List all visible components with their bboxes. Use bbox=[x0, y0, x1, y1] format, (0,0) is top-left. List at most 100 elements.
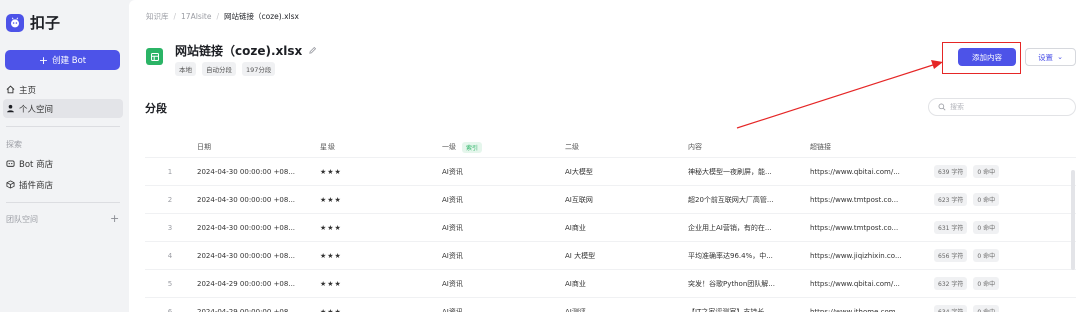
cell-link: https://www.tmtpost.co... bbox=[810, 195, 899, 204]
search-icon bbox=[938, 103, 946, 111]
row-index: 1 bbox=[167, 167, 173, 176]
cell-level1: AI资讯 bbox=[442, 167, 463, 176]
cell-content: 神秘大模型一夜刷屏，能... bbox=[688, 167, 772, 176]
cell-meta: 632 字符 0 命中 bbox=[934, 270, 1074, 297]
breadcrumb-current: 网站链接（coze).xlsx bbox=[224, 12, 299, 21]
sidebar-item-label: 插件商店 bbox=[19, 180, 54, 191]
edit-icon[interactable] bbox=[308, 46, 317, 55]
cell-content: 【IT之家评测室】支持长... bbox=[688, 307, 772, 312]
table-row[interactable]: 4 2024-04-30 00:00:00 +08... ★★★ AI资讯 AI 大模型… bbox=[145, 241, 1076, 269]
header-content: 内容 bbox=[688, 143, 702, 151]
cell-rating: ★★★ bbox=[320, 223, 342, 232]
table-header: 日期 星级 一级 索引 二级 内容 超链接 bbox=[145, 137, 1076, 157]
header-date: 日期 bbox=[197, 143, 211, 151]
main-panel: 知识库 / 17AIsite / 网站链接（coze).xlsx 网站链接（co… bbox=[129, 0, 1080, 312]
add-team-icon[interactable]: + bbox=[110, 212, 119, 225]
plugin-store-icon bbox=[6, 180, 15, 189]
cell-link: https://www.tmtpost.co... bbox=[810, 223, 899, 232]
document-title-text: 网站链接（coze).xlsx bbox=[175, 44, 303, 58]
row-index: 2 bbox=[167, 195, 173, 204]
tag-segment-count: 197分段 bbox=[242, 62, 276, 76]
breadcrumb-item[interactable]: 17AIsite bbox=[181, 12, 211, 21]
cell-meta: 656 字符 0 命中 bbox=[934, 242, 1074, 269]
cell-rating: ★★★ bbox=[320, 195, 342, 204]
table-row[interactable]: 3 2024-04-30 00:00:00 +08... ★★★ AI资讯 AI商业 企业… bbox=[145, 213, 1076, 241]
tag-segmentation: 自动分段 bbox=[202, 62, 236, 76]
plus-icon: + bbox=[38, 53, 49, 67]
breadcrumb-item[interactable]: 知识库 bbox=[146, 11, 169, 22]
tag-source: 本地 bbox=[175, 62, 196, 76]
search-placeholder: 搜索 bbox=[950, 103, 964, 111]
segments-title: 分段 bbox=[145, 102, 167, 115]
row-index: 5 bbox=[167, 279, 173, 288]
cell-meta: 634 字符 0 命中 bbox=[934, 298, 1074, 312]
segments-table: 日期 星级 一级 索引 二级 内容 超链接 1 2024-04-30 00:00:… bbox=[145, 137, 1076, 312]
table-body: 1 2024-04-30 00:00:00 +08... ★★★ AI资讯 AI大模型 神… bbox=[145, 157, 1076, 312]
explore-section-label: 探索 bbox=[6, 140, 22, 149]
char-count-badge: 631 字符 bbox=[934, 221, 968, 234]
table-scrollbar[interactable] bbox=[1071, 170, 1075, 270]
row-index: 3 bbox=[167, 223, 173, 232]
cell-content: 平均准确率达96.4%，中... bbox=[688, 251, 773, 260]
header-level1: 一级 索引 bbox=[442, 137, 560, 157]
app-window: 扣子 + 创建 Bot 主页 个人空间 探索 Bot 商店 插件商店 团队空间 … bbox=[0, 0, 1080, 312]
sidebar-item-plugin-store[interactable]: 插件商店 bbox=[3, 175, 123, 194]
cell-date: 2024-04-29 00:00:00 +08... bbox=[197, 279, 296, 288]
table-row[interactable]: 2 2024-04-30 00:00:00 +08... ★★★ AI资讯 AI互联网 超… bbox=[145, 185, 1076, 213]
sidebar-item-label: Bot 商店 bbox=[19, 159, 54, 170]
document-title: 网站链接（coze).xlsx bbox=[175, 42, 317, 59]
sidebar-item-home[interactable]: 主页 bbox=[3, 80, 123, 99]
header-level2: 二级 bbox=[565, 143, 579, 151]
cell-rating: ★★★ bbox=[320, 279, 342, 288]
cell-content: 超20个前互联网大厂高管... bbox=[688, 195, 774, 204]
breadcrumb-separator: / bbox=[216, 12, 219, 21]
cell-content: 企业用上AI营销，有的在... bbox=[688, 223, 772, 232]
cell-content: 突发！谷歌Python团队解... bbox=[688, 279, 775, 288]
cell-meta: 623 字符 0 命中 bbox=[934, 186, 1074, 213]
cell-rating: ★★★ bbox=[320, 167, 342, 176]
create-bot-button[interactable]: + 创建 Bot bbox=[5, 50, 120, 70]
breadcrumb-separator: / bbox=[173, 12, 177, 21]
cell-date: 2024-04-30 00:00:00 +08... bbox=[197, 223, 296, 232]
sidebar-divider bbox=[6, 126, 120, 127]
hit-count-badge: 0 命中 bbox=[973, 193, 1000, 206]
cell-link: https://www.qbitai.com/... bbox=[810, 167, 900, 176]
header-level1-label: 一级 bbox=[442, 143, 456, 151]
header-rating: 星级 bbox=[320, 143, 336, 151]
cell-meta: 631 字符 0 命中 bbox=[934, 214, 1074, 241]
table-row[interactable]: 6 2024-04-29 00:00:00 +08... ★★★ AI资讯 AI测评 【I… bbox=[145, 297, 1076, 312]
cell-level1: AI资讯 bbox=[442, 223, 463, 232]
char-count-badge: 623 字符 bbox=[934, 193, 968, 206]
sidebar-item-bot-store[interactable]: Bot 商店 bbox=[3, 154, 123, 173]
annotation-highlight-box bbox=[942, 42, 1021, 74]
hit-count-badge: 0 命中 bbox=[973, 221, 1000, 234]
cell-level2: AI商业 bbox=[565, 223, 586, 232]
cell-link: https://www.jiqizhixin.co... bbox=[810, 251, 902, 260]
row-index: 6 bbox=[167, 307, 173, 312]
breadcrumb: 知识库 / 17AIsite / 网站链接（coze).xlsx bbox=[146, 11, 299, 22]
cell-level2: AI 大模型 bbox=[565, 251, 596, 260]
cell-level2: AI互联网 bbox=[565, 195, 593, 204]
cell-date: 2024-04-30 00:00:00 +08... bbox=[197, 251, 296, 260]
settings-label: 设置 bbox=[1038, 52, 1054, 62]
app-logo[interactable]: 扣子 bbox=[6, 12, 60, 33]
cell-rating: ★★★ bbox=[320, 307, 342, 312]
person-icon bbox=[7, 104, 14, 113]
cell-level2: AI商业 bbox=[565, 279, 586, 288]
home-icon bbox=[6, 85, 15, 94]
cell-date: 2024-04-29 00:00:00 +08... bbox=[197, 307, 296, 312]
row-index: 4 bbox=[167, 251, 173, 260]
sidebar-item-personal-space[interactable]: 个人空间 bbox=[3, 99, 123, 118]
hit-count-badge: 0 命中 bbox=[973, 165, 1000, 178]
header-link: 超链接 bbox=[810, 143, 831, 151]
cell-level1: AI资讯 bbox=[442, 195, 463, 204]
search-input[interactable]: 搜索 bbox=[928, 98, 1076, 116]
char-count-badge: 656 字符 bbox=[934, 249, 968, 262]
sidebar-item-label: 个人空间 bbox=[19, 104, 54, 115]
settings-dropdown[interactable]: 设置 ⌄ bbox=[1025, 48, 1076, 66]
coze-logo-icon bbox=[6, 13, 24, 32]
table-row[interactable]: 5 2024-04-29 00:00:00 +08... ★★★ AI资讯 AI商业 突发… bbox=[145, 269, 1076, 297]
sidebar-item-label: 主页 bbox=[19, 85, 37, 96]
table-row[interactable]: 1 2024-04-30 00:00:00 +08... ★★★ AI资讯 AI大模型 神… bbox=[145, 157, 1076, 185]
char-count-badge: 639 字符 bbox=[934, 165, 968, 178]
